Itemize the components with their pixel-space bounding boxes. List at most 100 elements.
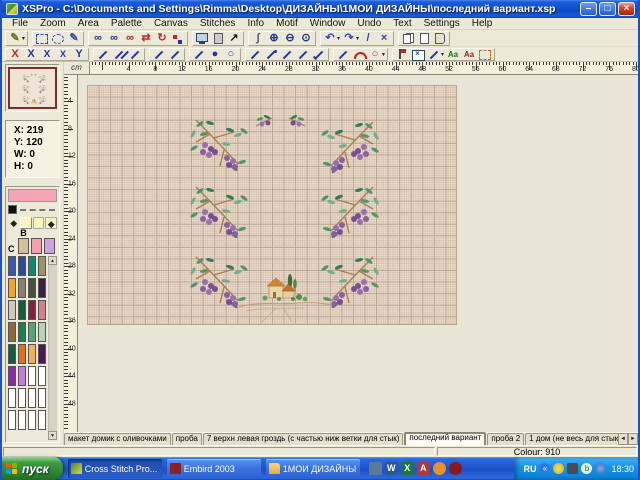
zoom-out-button[interactable]: ⊖ bbox=[282, 32, 298, 45]
menu-item-zoom[interactable]: Zoom bbox=[34, 18, 72, 30]
palette-swatch[interactable] bbox=[38, 322, 46, 342]
paste-button[interactable] bbox=[432, 32, 448, 45]
palette-swatch[interactable] bbox=[28, 278, 36, 298]
palette-swatch[interactable] bbox=[44, 238, 55, 254]
palette-swatch[interactable] bbox=[38, 388, 46, 408]
tray-gold-icon[interactable] bbox=[553, 463, 564, 474]
palette-swatch[interactable] bbox=[8, 300, 16, 320]
palette-swatch[interactable] bbox=[8, 388, 16, 408]
half-cross-button[interactable]: X bbox=[39, 48, 55, 61]
palette-swatch[interactable] bbox=[8, 278, 16, 298]
menu-item-area[interactable]: Area bbox=[72, 18, 105, 30]
palette-swatch[interactable] bbox=[18, 388, 26, 408]
palette-swatch[interactable] bbox=[8, 322, 16, 342]
red-backstitch-button[interactable] bbox=[335, 48, 351, 61]
maximize-button[interactable]: □ bbox=[599, 2, 616, 16]
taskbar-window-xspro[interactable]: Cross Stitch Pro... bbox=[68, 459, 162, 478]
minimize-button[interactable]: – bbox=[580, 2, 597, 16]
french-knot-button[interactable]: ● bbox=[207, 48, 223, 61]
view-mode-button[interactable] bbox=[194, 32, 210, 45]
app-red-icon[interactable]: A bbox=[417, 462, 430, 475]
undo-button[interactable]: ↶▾ bbox=[322, 32, 341, 45]
palette-swatch[interactable] bbox=[38, 256, 46, 276]
menu-item-text[interactable]: Text bbox=[387, 18, 417, 30]
lasso-select-button[interactable] bbox=[50, 32, 66, 45]
design-tab[interactable]: 7 верхн левая гроздь (с частью ниж ветки… bbox=[203, 433, 404, 445]
freehand-select-button[interactable]: ✎ bbox=[66, 32, 82, 45]
design-tab[interactable]: проба bbox=[172, 433, 202, 445]
thread-button[interactable]: ∫ bbox=[250, 32, 266, 45]
couching-stitch-button[interactable] bbox=[311, 48, 327, 61]
full-cross-button[interactable]: X bbox=[23, 48, 39, 61]
petite-1-button[interactable] bbox=[95, 48, 111, 61]
app-darkred-icon[interactable] bbox=[449, 462, 462, 475]
menu-item-undo[interactable]: Undo bbox=[351, 18, 387, 30]
rect-select-button[interactable] bbox=[34, 32, 50, 45]
draw-tool-button[interactable]: ✎▾ bbox=[7, 32, 26, 45]
backstitch-button[interactable] bbox=[247, 48, 263, 61]
draw-tool-dropdown[interactable]: ▾ bbox=[22, 35, 25, 42]
quarter-cross-button[interactable]: X bbox=[55, 48, 71, 61]
tab-scroll-left[interactable]: ◄ bbox=[618, 433, 628, 445]
design-tab[interactable]: 1 дом (не весь для стыковки) bbox=[525, 433, 618, 445]
red-circle-dropdown[interactable]: ▾ bbox=[382, 51, 385, 58]
edit-pen-button[interactable]: / bbox=[360, 32, 376, 45]
app-orange-icon[interactable] bbox=[433, 462, 446, 475]
palette-swatch[interactable] bbox=[31, 238, 42, 254]
menu-item-help[interactable]: Help bbox=[466, 18, 499, 30]
redo-button[interactable]: ↷▾ bbox=[341, 32, 360, 45]
marching-ants-button[interactable] bbox=[477, 48, 493, 61]
design-tab[interactable]: макет домик с оливочками bbox=[64, 433, 171, 445]
palette-swatch[interactable] bbox=[18, 322, 26, 342]
palette-swatch[interactable] bbox=[38, 278, 46, 298]
design-tab[interactable]: проба 2 bbox=[487, 433, 524, 445]
sloping-stitch-button[interactable] bbox=[279, 48, 295, 61]
zoom-fit-button[interactable]: ⊙ bbox=[298, 32, 314, 45]
half-stitch-back-button[interactable] bbox=[151, 48, 167, 61]
tab-scroll-right[interactable]: ► bbox=[628, 433, 638, 445]
full-cross-red-button[interactable]: X bbox=[7, 48, 23, 61]
taskbar-window-embird[interactable]: Embird 2003 bbox=[167, 459, 261, 478]
palette-swatch[interactable] bbox=[38, 344, 46, 364]
menu-item-stitches[interactable]: Stitches bbox=[194, 18, 242, 30]
transform-blocks-button[interactable] bbox=[170, 32, 186, 45]
red-curve-button[interactable] bbox=[351, 48, 367, 61]
palette-swatch[interactable] bbox=[18, 256, 26, 276]
petite-2-button[interactable] bbox=[111, 48, 127, 61]
menu-item-info[interactable]: Info bbox=[241, 18, 270, 30]
menu-item-palette[interactable]: Palette bbox=[105, 18, 148, 30]
close-button[interactable]: × bbox=[618, 2, 635, 16]
straight-stitch-button[interactable] bbox=[191, 48, 207, 61]
language-indicator[interactable]: RU bbox=[523, 464, 536, 474]
delete-button[interactable]: × bbox=[376, 32, 392, 45]
menu-item-settings[interactable]: Settings bbox=[418, 18, 466, 30]
find-motif-button[interactable]: ∞ bbox=[106, 32, 122, 45]
text-tool-red-button[interactable]: Aa bbox=[461, 48, 477, 61]
new-page-button[interactable] bbox=[416, 32, 432, 45]
redo-dropdown[interactable]: ▾ bbox=[356, 35, 359, 42]
palette-swatch[interactable] bbox=[18, 300, 26, 320]
red-circle-button[interactable]: ○▾ bbox=[367, 48, 386, 61]
palette-swatch[interactable] bbox=[18, 238, 29, 254]
menu-item-motif[interactable]: Motif bbox=[270, 18, 304, 30]
y-stitch-button[interactable]: Y bbox=[71, 48, 87, 61]
design-preview[interactable] bbox=[5, 64, 60, 112]
pointer-button[interactable]: ↗ bbox=[226, 32, 242, 45]
current-colour-swatch[interactable] bbox=[8, 189, 57, 202]
stitch-grid[interactable] bbox=[87, 85, 457, 325]
palette-swatch[interactable] bbox=[8, 256, 16, 276]
backstitch-knot-button[interactable] bbox=[263, 48, 279, 61]
palette-swatch[interactable] bbox=[28, 388, 36, 408]
motif-picture-button[interactable] bbox=[410, 48, 426, 61]
palette-swatch[interactable] bbox=[38, 300, 46, 320]
design-tab[interactable]: последний вариант bbox=[404, 432, 486, 445]
palette-swatch[interactable] bbox=[28, 366, 36, 386]
line-style-button[interactable]: ▾ bbox=[426, 48, 445, 61]
menu-item-file[interactable]: File bbox=[6, 18, 34, 30]
palette-swatch[interactable] bbox=[28, 256, 36, 276]
sheet-button[interactable] bbox=[210, 32, 226, 45]
bead-button[interactable]: ○ bbox=[223, 48, 239, 61]
palette-swatch[interactable] bbox=[28, 344, 36, 364]
palette-scroll-up[interactable]: ▲ bbox=[48, 256, 57, 265]
palette-swatch[interactable] bbox=[8, 344, 16, 364]
